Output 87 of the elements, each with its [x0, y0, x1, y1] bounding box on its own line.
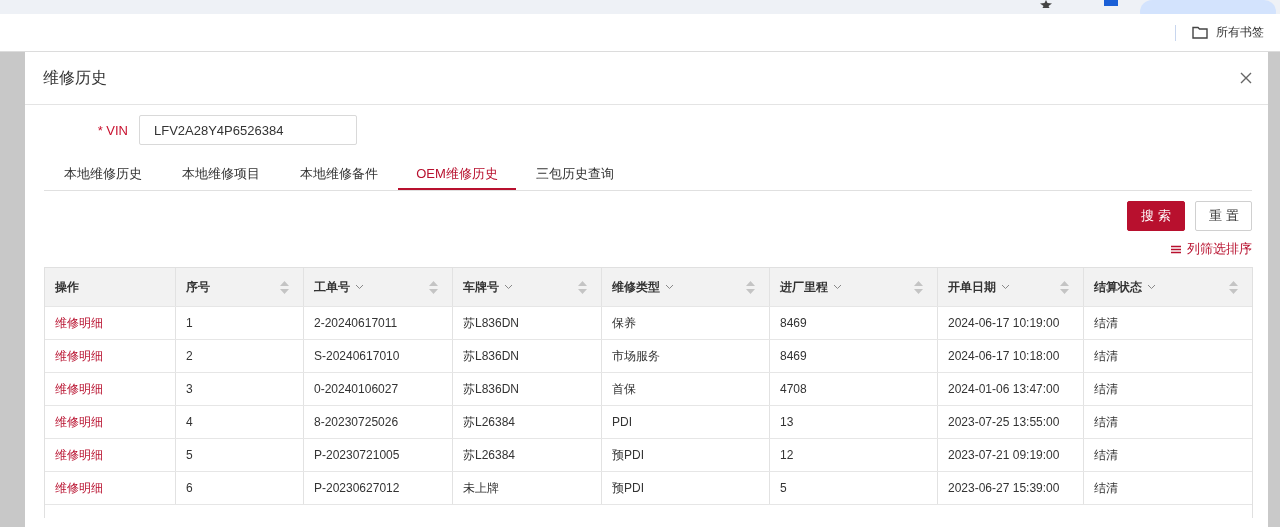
column-header: 序号: [186, 278, 210, 296]
table-cell: 2023-06-27 15:39:00: [948, 481, 1060, 495]
vin-field[interactable]: LFV2A28Y4P6526384: [139, 115, 357, 145]
column-header: 开单日期: [948, 278, 996, 296]
table-cell: 结清: [1094, 413, 1118, 431]
table-cell: 苏L836DN: [463, 380, 520, 398]
table-cell: 0-20240106027: [314, 382, 399, 396]
table-cell: PDI: [612, 415, 632, 429]
chevron-down-icon[interactable]: [1147, 284, 1156, 290]
chevron-down-icon[interactable]: [1001, 284, 1010, 290]
table-cell: 结清: [1094, 479, 1118, 497]
sort-icon[interactable]: [1060, 280, 1069, 294]
reset-button[interactable]: 重置: [1195, 201, 1252, 231]
table-cell: P-20230721005: [314, 448, 400, 462]
sort-icon[interactable]: [429, 280, 438, 294]
chevron-down-icon[interactable]: [504, 284, 513, 290]
column-header: 操作: [55, 278, 79, 296]
table-cell: 市场服务: [612, 347, 660, 365]
sort-icon[interactable]: [578, 280, 587, 294]
table-cell: 首保: [612, 380, 636, 398]
table-cell: P-20230627012: [314, 481, 400, 495]
table-cell: 5: [186, 448, 193, 462]
table-cell: 8469: [780, 316, 807, 330]
tab[interactable]: 本地维修备件: [280, 159, 398, 190]
table-cell: S-20240617010: [314, 349, 400, 363]
table-cell: 13: [780, 415, 794, 429]
bookmarks-label[interactable]: 所有书签: [1216, 24, 1264, 41]
detail-link[interactable]: 维修明细: [55, 347, 103, 365]
chevron-down-icon[interactable]: [355, 284, 364, 290]
detail-link[interactable]: 维修明细: [55, 413, 103, 431]
table-cell: 5: [780, 481, 787, 495]
column-header: 维修类型: [612, 278, 660, 296]
star-icon[interactable]: [1040, 0, 1052, 8]
folder-icon: [1192, 26, 1208, 39]
table-cell: 预PDI: [612, 446, 644, 464]
table-cell: 8-20230725026: [314, 415, 399, 429]
chevron-down-icon[interactable]: [833, 284, 842, 290]
table-cell: 苏L836DN: [463, 347, 520, 365]
search-button[interactable]: 搜索: [1127, 201, 1185, 231]
table-cell: 预PDI: [612, 479, 644, 497]
table-cell: 苏L836DN: [463, 314, 520, 332]
table-cell: 4: [186, 415, 193, 429]
table-cell: 2024-01-06 13:47:00: [948, 382, 1060, 396]
table-cell: 4708: [780, 382, 807, 396]
table-cell: 1: [186, 316, 193, 330]
table-cell: 6: [186, 481, 193, 495]
column-header: 车牌号: [463, 278, 499, 296]
table-cell: 结清: [1094, 446, 1118, 464]
sort-icon[interactable]: [914, 280, 923, 294]
sort-icon[interactable]: [746, 280, 755, 294]
table-cell: 苏L26384: [463, 446, 516, 464]
table-cell: 2023-07-25 13:55:00: [948, 415, 1060, 429]
detail-link[interactable]: 维修明细: [55, 314, 103, 332]
detail-link[interactable]: 维修明细: [55, 479, 103, 497]
table-cell: 3: [186, 382, 193, 396]
chevron-down-icon[interactable]: [665, 284, 674, 290]
table-cell: 2-20240617011: [314, 316, 398, 330]
dialog-title: 维修历史: [43, 67, 107, 88]
table-cell: 2: [186, 349, 193, 363]
tab[interactable]: OEM维修历史: [398, 159, 516, 190]
table-cell: 2023-07-21 09:19:00: [948, 448, 1060, 462]
table-cell: 苏L26384: [463, 413, 516, 431]
tab[interactable]: 三包历史查询: [516, 159, 634, 190]
column-header: 进厂里程: [780, 278, 828, 296]
table-cell: 结清: [1094, 380, 1118, 398]
column-header: 工单号: [314, 278, 350, 296]
detail-link[interactable]: 维修明细: [55, 446, 103, 464]
vin-label: * VIN: [96, 122, 128, 138]
table-cell: 结清: [1094, 314, 1118, 332]
sort-icon[interactable]: [1229, 280, 1238, 294]
filter-icon[interactable]: [1171, 244, 1181, 254]
scrollbar[interactable]: [1268, 52, 1280, 527]
close-icon[interactable]: [1240, 72, 1252, 84]
column-header: 结算状态: [1094, 278, 1142, 296]
column-filter-link[interactable]: 列筛选排序: [1187, 240, 1252, 258]
tab[interactable]: 本地维修项目: [162, 159, 280, 190]
table-cell: 2024-06-17 10:18:00: [948, 349, 1060, 363]
table-cell: 保养: [612, 314, 636, 332]
detail-link[interactable]: 维修明细: [55, 380, 103, 398]
sort-icon[interactable]: [280, 280, 289, 294]
tab[interactable]: 本地维修历史: [44, 159, 162, 190]
table-cell: 未上牌: [463, 479, 499, 497]
table-cell: 8469: [780, 349, 807, 363]
table-cell: 2024-06-17 10:19:00: [948, 316, 1060, 330]
table-cell: 结清: [1094, 347, 1118, 365]
table-cell: 12: [780, 448, 794, 462]
extension-icon[interactable]: [1104, 0, 1118, 6]
